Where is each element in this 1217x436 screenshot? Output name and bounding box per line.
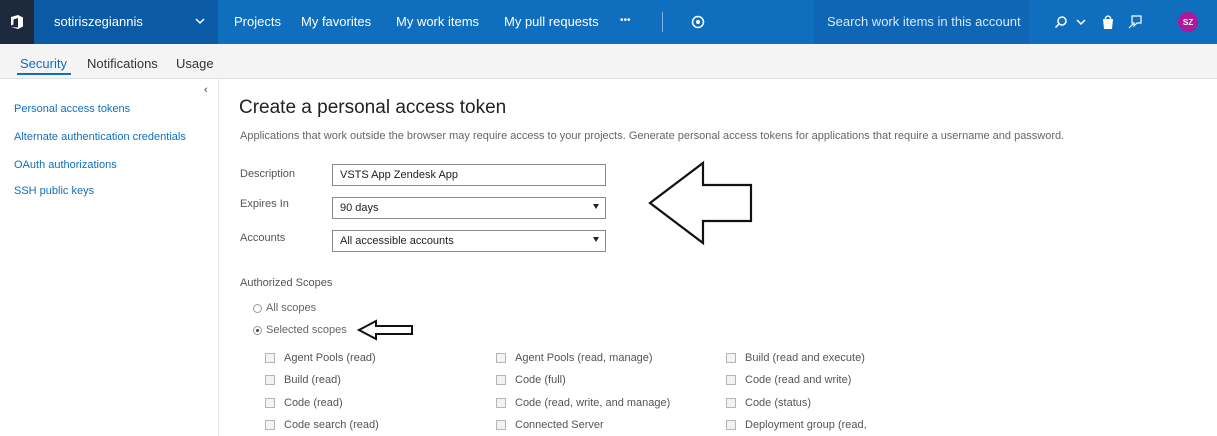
description-value: VSTS App Zendesk App (340, 169, 459, 181)
selected-scopes-radio[interactable]: Selected scopes (253, 324, 347, 336)
nav-projects[interactable]: Projects (234, 14, 281, 29)
feedback-icon[interactable] (1127, 14, 1143, 30)
checkbox[interactable] (726, 353, 736, 363)
checkbox[interactable] (496, 375, 506, 385)
vsts-logo[interactable] (0, 0, 34, 44)
account-name[interactable]: sotiriszegiannis (54, 14, 143, 29)
accounts-value: All accessible accounts (340, 235, 454, 247)
shopping-bag-icon[interactable] (1101, 14, 1115, 30)
scope-checkbox-item[interactable]: Code (read and write) (726, 374, 851, 386)
scope-label: Agent Pools (read, manage) (515, 352, 653, 364)
accounts-select[interactable]: All accessible accounts (332, 230, 606, 252)
radio-button[interactable] (253, 303, 262, 313)
nav-my-work-items[interactable]: My work items (396, 14, 479, 29)
vsts-logo-icon (11, 15, 23, 29)
top-navigation-bar: sotiriszegiannis Projects My favorites M… (0, 0, 1217, 44)
nav-my-favorites[interactable]: My favorites (301, 14, 371, 29)
scope-checkbox-item[interactable]: Code search (read) (265, 419, 379, 431)
expires-in-label: Expires In (240, 198, 289, 210)
marketplace-icon[interactable] (691, 15, 705, 29)
large-left-arrow-annotation-icon (648, 160, 753, 246)
accounts-label: Accounts (240, 232, 286, 244)
scope-label: Code search (read) (284, 419, 379, 431)
checkbox[interactable] (496, 420, 506, 430)
page-description: Applications that work outside the brows… (240, 130, 1065, 142)
search-chevron-down-icon[interactable] (1075, 16, 1087, 28)
scope-label: Code (status) (745, 397, 812, 409)
sidebar-item-alternate-credentials[interactable]: Alternate authentication credentials (14, 131, 186, 143)
selected-scopes-label: Selected scopes (266, 324, 347, 336)
scope-checkbox-item[interactable]: Code (full) (496, 374, 566, 386)
all-scopes-label: All scopes (266, 302, 317, 314)
scope-checkbox-item[interactable]: Code (read) (265, 397, 343, 409)
checkbox[interactable] (265, 420, 275, 430)
tab-security[interactable]: Security (20, 56, 67, 71)
checkbox[interactable] (726, 375, 736, 385)
all-scopes-radio[interactable]: All scopes (253, 302, 316, 314)
collapse-sidebar-chevron-left-icon[interactable]: ‹ (204, 84, 208, 96)
scope-label: Code (read, write, and manage) (515, 397, 671, 409)
sidebar-item-ssh-public-keys[interactable]: SSH public keys (14, 185, 94, 197)
scope-label: Build (read and execute) (745, 352, 865, 364)
scope-label: Code (read) (284, 397, 343, 409)
description-field[interactable]: VSTS App Zendesk App (332, 164, 606, 186)
search-icon[interactable] (1054, 15, 1068, 29)
scope-checkbox-item[interactable]: Agent Pools (read, manage) (496, 352, 653, 364)
scope-checkbox-item[interactable]: Agent Pools (read) (265, 352, 376, 364)
tab-notifications[interactable]: Notifications (87, 56, 158, 71)
avatar[interactable]: SZ (1178, 12, 1198, 32)
checkbox[interactable] (496, 398, 506, 408)
scope-checkbox-item[interactable]: Build (read and execute) (726, 352, 865, 364)
nav-my-pull-requests[interactable]: My pull requests (504, 14, 599, 29)
checkbox[interactable] (496, 353, 506, 363)
radio-button-checked[interactable] (253, 325, 262, 335)
checkbox[interactable] (265, 375, 275, 385)
page-title: Create a personal access token (239, 97, 507, 118)
tab-usage[interactable]: Usage (176, 56, 214, 71)
nav-divider (662, 12, 663, 32)
description-label: Description (240, 168, 296, 180)
scope-label: Connected Server (515, 419, 604, 431)
dropdown-arrow-icon (593, 204, 599, 209)
scope-checkbox-item[interactable]: Code (status) (726, 397, 811, 409)
checkbox[interactable] (265, 353, 275, 363)
dropdown-arrow-icon (593, 237, 599, 242)
scope-label: Code (full) (515, 374, 566, 386)
scope-checkbox-item[interactable]: Connected Server (496, 419, 604, 431)
scope-checkbox-item[interactable]: Build (read) (265, 374, 341, 386)
sidebar-item-personal-access-tokens[interactable]: Personal access tokens (14, 103, 130, 115)
checkbox[interactable] (726, 398, 736, 408)
active-tab-indicator (17, 73, 71, 75)
authorized-scopes-label: Authorized Scopes (240, 277, 333, 289)
checkbox[interactable] (265, 398, 275, 408)
chevron-down-icon[interactable] (194, 15, 206, 27)
scope-label: Code (read and write) (745, 374, 852, 386)
scope-checkbox-item[interactable]: Deployment group (read, (726, 419, 867, 431)
expires-in-value: 90 days (340, 202, 379, 214)
checkbox[interactable] (726, 420, 736, 430)
more-icon[interactable]: ••• (620, 15, 631, 26)
scope-checkbox-item[interactable]: Code (read, write, and manage) (496, 397, 670, 409)
small-left-arrow-annotation-icon (357, 319, 413, 341)
sidebar-item-oauth-authorizations[interactable]: OAuth authorizations (14, 159, 117, 171)
search-input[interactable]: Search work items in this account (827, 14, 1021, 29)
scope-label: Deployment group (read, (745, 419, 867, 431)
expires-in-select[interactable]: 90 days (332, 197, 606, 219)
scope-label: Build (read) (284, 374, 341, 386)
scope-label: Agent Pools (read) (284, 352, 376, 364)
